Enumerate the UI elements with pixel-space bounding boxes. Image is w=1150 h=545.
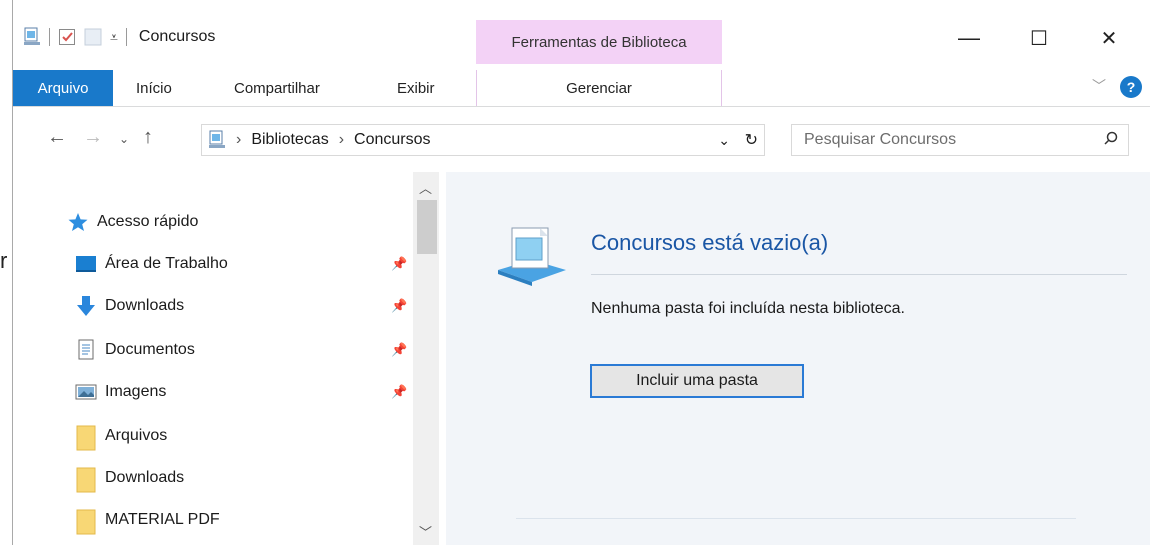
search-placeholder: Pesquisar Concursos [804, 131, 957, 148]
divider [516, 518, 1076, 519]
quick-access-label: Acesso rápido [97, 213, 199, 230]
pin-icon[interactable]: 📌 [391, 342, 407, 358]
tab-compartilhar[interactable]: Compartilhar [234, 70, 320, 106]
minimize-button[interactable]: — [941, 18, 997, 58]
title-bar: ⩡ Concursos Ferramentas de Biblioteca — … [13, 0, 1150, 70]
documents-icon [75, 339, 97, 361]
toolbar-separator [49, 28, 50, 46]
help-icon[interactable]: ? [1120, 76, 1142, 98]
nav-item-material-pdf[interactable]: MATERIAL PDF [75, 504, 220, 536]
empty-library-message: Nenhuma pasta foi incluída nesta bibliot… [591, 300, 905, 317]
search-input[interactable]: Pesquisar Concursos [791, 124, 1129, 156]
tab-inicio[interactable]: Início [136, 70, 172, 106]
tab-exibir[interactable]: Exibir [397, 70, 435, 106]
include-folder-button[interactable]: Incluir uma pasta [590, 364, 804, 398]
nav-quick-access[interactable]: Acesso rápido [67, 206, 198, 238]
folder-icon [75, 467, 97, 493]
context-tab-group-label: Ferramentas de Biblioteca [476, 20, 722, 64]
pin-icon[interactable]: 📌 [391, 256, 407, 272]
folder-icon [75, 425, 97, 451]
nav-item-area-de-trabalho[interactable]: Área de Trabalho [75, 248, 228, 280]
new-folder-icon[interactable] [84, 27, 102, 47]
properties-icon[interactable] [58, 27, 76, 47]
nav-item-label: Área de Trabalho [105, 255, 228, 272]
refresh-icon[interactable]: ↻ [745, 130, 758, 150]
pictures-icon [75, 381, 97, 403]
address-bar[interactable]: › Bibliotecas › Concursos ⌄ ↻ [201, 124, 765, 156]
folder-icon [75, 509, 97, 535]
nav-item-label: MATERIAL PDF [105, 511, 220, 528]
forward-arrow-icon[interactable]: → [83, 126, 103, 149]
breadcrumb-concursos[interactable]: Concursos [354, 131, 430, 149]
navigation-bar: ← → ⌄ ↑ › Bibliotecas › Concursos ⌄ ↻ Pe… [13, 106, 1150, 172]
nav-item-downloads-folder[interactable]: Downloads [75, 462, 184, 494]
nav-item-downloads[interactable]: Downloads [75, 290, 184, 322]
customize-toolbar-dropdown[interactable]: ⩡ [110, 29, 118, 46]
quick-access-toolbar: ⩡ Concursos [23, 20, 215, 54]
content-pane: Concursos está vazio(a) Nenhuma pasta fo… [446, 172, 1150, 545]
background-text-fragment: r [0, 248, 8, 273]
pin-icon[interactable]: 📌 [391, 298, 407, 314]
breadcrumb-bibliotecas[interactable]: Bibliotecas [251, 131, 328, 149]
star-icon [67, 211, 89, 233]
back-arrow-icon[interactable]: ← [47, 126, 67, 149]
nav-item-arquivos[interactable]: Arquivos [75, 420, 167, 452]
maximize-button[interactable]: ☐ [1011, 18, 1067, 58]
toolbar-separator [125, 28, 127, 46]
download-arrow-icon [75, 295, 97, 317]
scroll-up-icon[interactable]: ︿ [419, 178, 432, 197]
window-title: Concursos [138, 28, 216, 45]
scrollbar-thumb[interactable] [417, 200, 437, 254]
nav-item-documentos[interactable]: Documentos [75, 334, 195, 366]
search-icon[interactable] [1104, 131, 1118, 150]
library-location-icon [208, 130, 226, 150]
breadcrumb-separator: › [338, 131, 345, 148]
nav-item-label: Arquivos [105, 427, 168, 444]
nav-item-imagens[interactable]: Imagens [75, 376, 166, 408]
nav-item-label: Documentos [105, 341, 195, 358]
desktop-icon [75, 253, 97, 275]
address-dropdown-chevron-icon[interactable]: ⌄ [718, 132, 730, 149]
navigation-pane: Acesso rápido Área de Trabalho 📌 Downloa… [13, 172, 446, 545]
library-icon[interactable] [23, 27, 41, 47]
nav-item-label: Imagens [105, 383, 167, 400]
nav-item-label: Downloads [105, 469, 185, 486]
recent-locations-chevron-icon[interactable]: ⌄ [119, 132, 129, 146]
empty-library-title: Concursos está vazio(a) [591, 230, 829, 255]
tab-arquivo[interactable]: Arquivo [13, 70, 113, 106]
breadcrumb-separator: › [236, 131, 242, 148]
divider [591, 274, 1127, 275]
scroll-down-icon[interactable]: ﹀ [419, 522, 432, 541]
nav-scrollbar[interactable]: ︿ ﹀ [413, 172, 439, 545]
expand-ribbon-chevron-icon[interactable]: ﹀ [1092, 76, 1106, 96]
up-arrow-icon[interactable]: ↑ [143, 126, 153, 149]
ribbon-tabs: Arquivo Início Compartilhar Exibir Geren… [13, 70, 1150, 107]
library-large-icon [494, 220, 570, 295]
explorer-window: ⩡ Concursos Ferramentas de Biblioteca — … [12, 0, 1150, 545]
nav-item-label: Downloads [105, 297, 185, 314]
tab-gerenciar[interactable]: Gerenciar [476, 70, 722, 106]
pin-icon[interactable]: 📌 [391, 384, 407, 400]
close-button[interactable]: ✕ [1081, 18, 1137, 58]
